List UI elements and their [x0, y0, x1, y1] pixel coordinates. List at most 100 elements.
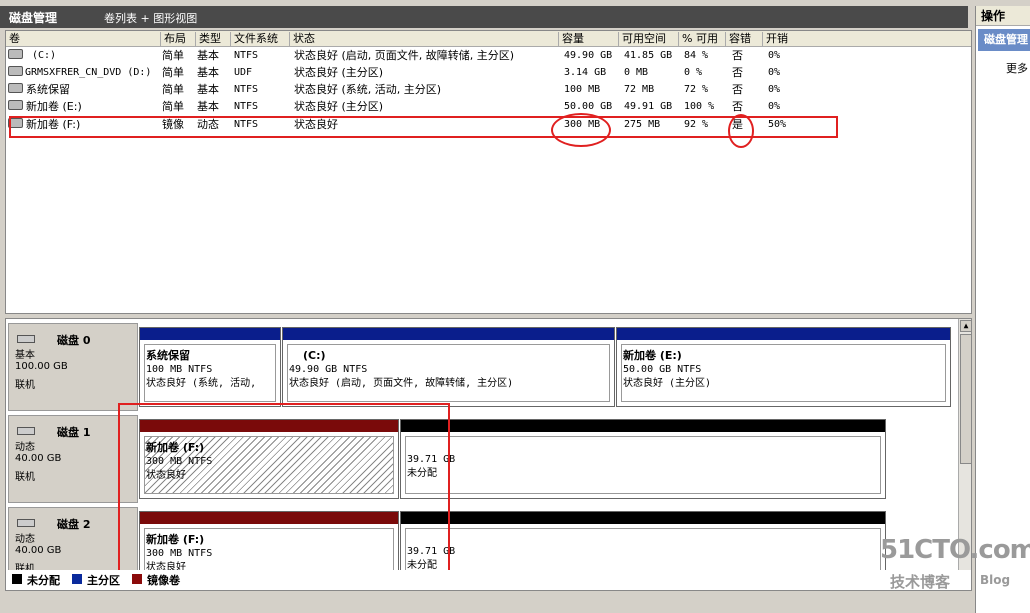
watermark-51cto: 51CTO.com 技术博客 Blog — [880, 535, 1030, 591]
disk-state: 联机 — [15, 472, 35, 483]
volume-name: (C:) — [32, 50, 57, 61]
partition-e[interactable]: 新加卷 (E:) 50.00 GB NTFS 状态良好 (主分区) — [616, 327, 951, 407]
disk-name: 磁盘 1 — [57, 426, 91, 439]
partition-system-reserved[interactable]: 系统保留 100 MB NTFS 状态良好 (系统, 活动, — [139, 327, 281, 407]
disk-graphical-view: 磁盘 0 基本 100.00 GB 联机 系统保留 100 MB NTFS 状态… — [5, 318, 972, 572]
volume-status: 状态良好 (主分区) — [294, 100, 384, 113]
view-mode-label[interactable]: 卷列表 + 图形视图 — [104, 10, 197, 26]
volume-capacity: 50.00 GB — [564, 101, 613, 112]
partition-name: 系统保留 — [146, 349, 190, 362]
partition-size: 50.00 GB NTFS — [623, 364, 702, 375]
col-fault[interactable]: 容错 — [725, 32, 763, 46]
legend-unallocated-swatch — [12, 574, 22, 584]
legend-primary-swatch — [72, 574, 82, 584]
volume-overhead: 0% — [768, 101, 781, 112]
disk-icon — [17, 335, 35, 343]
volume-type: 基本 — [197, 100, 219, 113]
disk-0-label[interactable]: 磁盘 0 基本 100.00 GB 联机 — [8, 323, 138, 411]
annotation-highlight-mirror — [118, 403, 450, 571]
volume-row[interactable]: 系统保留 简单 基本 NTFS 状态良好 (系统, 活动, 主分区) 100 M… — [6, 82, 971, 98]
volume-fault: 否 — [732, 100, 743, 113]
volume-row[interactable]: (C:) 简单 基本 NTFS 状态良好 (启动, 页面文件, 故障转储, 主分… — [6, 48, 971, 64]
volume-free: 49.91 GB — [624, 101, 673, 112]
volume-type: 基本 — [197, 83, 219, 96]
partition-frame — [405, 436, 881, 494]
unallocated-disk2[interactable]: 39.71 GB 未分配 — [400, 511, 886, 571]
volume-row[interactable]: 新加卷 (E:) 简单 基本 NTFS 状态良好 (主分区) 50.00 GB … — [6, 99, 971, 115]
actions-disk-management[interactable]: 磁盘管理 — [978, 29, 1030, 51]
volume-fs: NTFS — [234, 101, 259, 112]
volume-capacity: 3.14 GB — [564, 67, 607, 78]
actions-pane: 操作 磁盘管理 更多 — [975, 6, 1030, 613]
volume-layout: 简单 — [162, 66, 184, 79]
col-layout[interactable]: 布局 — [160, 32, 196, 46]
col-filesystem[interactable]: 文件系统 — [230, 32, 290, 46]
scroll-up-arrow-icon[interactable]: ▲ — [960, 320, 971, 332]
drive-icon — [8, 49, 23, 59]
partition-status: 状态良好 (主分区) — [623, 378, 712, 389]
volume-list-header: 卷 布局 类型 文件系统 状态 容量 可用空间 % 可用 容错 开销 — [6, 31, 971, 47]
drive-icon — [8, 100, 23, 110]
disk-size: 40.00 GB — [15, 545, 62, 556]
volume-name: GRMSXFRER_CN_DVD (D:) — [25, 67, 152, 78]
legend-unallocated: 未分配 — [27, 574, 60, 587]
disk-size: 100.00 GB — [15, 361, 68, 372]
volume-capacity: 49.90 GB — [564, 50, 613, 61]
actions-header: 操作 — [976, 6, 1030, 26]
col-capacity[interactable]: 容量 — [558, 32, 619, 46]
disk-icon — [17, 427, 35, 435]
annotation-circle-fault — [728, 114, 754, 148]
volume-fault: 否 — [732, 83, 743, 96]
volume-pct: 84 % — [684, 50, 709, 61]
console-title: 磁盘管理 — [9, 11, 58, 25]
annotation-circle-capacity — [551, 113, 611, 147]
dvd-drive-icon — [8, 66, 23, 76]
partition-c[interactable]: (C:) 49.90 GB NTFS 状态良好 (启动, 页面文件, 故障转储,… — [282, 327, 615, 407]
col-status[interactable]: 状态 — [289, 32, 558, 46]
volume-layout: 简单 — [162, 100, 184, 113]
console-titlebar: 磁盘管理 卷列表 + 图形视图 — [0, 6, 968, 28]
col-free[interactable]: 可用空间 — [618, 32, 679, 46]
unallocated-bar — [401, 512, 885, 524]
legend-mirror-swatch — [132, 574, 142, 584]
volume-layout: 简单 — [162, 83, 184, 96]
volume-overhead: 0% — [768, 84, 781, 95]
volume-fault: 否 — [732, 49, 743, 62]
legend-primary: 主分区 — [87, 574, 120, 587]
disk-type: 动态 — [15, 442, 35, 453]
volume-overhead: 0% — [768, 67, 781, 78]
scroll-thumb[interactable] — [960, 334, 971, 464]
volume-layout: 简单 — [162, 49, 184, 62]
legend-bar: 未分配 主分区 镜像卷 — [5, 570, 972, 591]
volume-list: 卷 布局 类型 文件系统 状态 容量 可用空间 % 可用 容错 开销 (C:) … — [5, 30, 972, 314]
partition-text: 新加卷 (E:) 50.00 GB NTFS 状态良好 (主分区) — [623, 349, 711, 391]
col-pct-free[interactable]: % 可用 — [678, 32, 726, 46]
volume-type: 基本 — [197, 49, 219, 62]
primary-partition-bar — [283, 328, 614, 340]
col-type[interactable]: 类型 — [195, 32, 231, 46]
disk-name: 磁盘 2 — [57, 518, 91, 531]
volume-name: 系统保留 — [26, 83, 70, 96]
volume-status: 状态良好 (系统, 活动, 主分区) — [294, 83, 442, 96]
col-overhead[interactable]: 开销 — [762, 32, 806, 46]
disk-icon — [17, 519, 35, 527]
primary-partition-bar — [617, 328, 950, 340]
volume-pct: 100 % — [684, 101, 715, 112]
volume-fs: UDF — [234, 67, 253, 78]
graph-scrollbar[interactable]: ▲ — [958, 319, 971, 571]
volume-free: 72 MB — [624, 84, 655, 95]
watermark-blog: Blog — [980, 573, 1011, 587]
annotation-highlight-row — [9, 116, 838, 138]
watermark-brand: 51CTO.com — [880, 535, 1030, 565]
volume-row[interactable]: GRMSXFRER_CN_DVD (D:) 简单 基本 UDF 状态良好 (主分… — [6, 65, 971, 81]
col-volume[interactable]: 卷 — [6, 32, 159, 46]
primary-partition-bar — [140, 328, 280, 340]
volume-capacity: 100 MB — [564, 84, 601, 95]
disk-size: 40.00 GB — [15, 453, 62, 464]
volume-status: 状态良好 (启动, 页面文件, 故障转储, 主分区) — [294, 49, 515, 62]
actions-more[interactable]: 更多 — [1006, 60, 1028, 76]
volume-pct: 0 % — [684, 67, 703, 78]
drive-icon — [8, 83, 23, 93]
unallocated-disk1[interactable]: 39.71 GB 未分配 — [400, 419, 886, 499]
volume-status: 状态良好 (主分区) — [294, 66, 384, 79]
